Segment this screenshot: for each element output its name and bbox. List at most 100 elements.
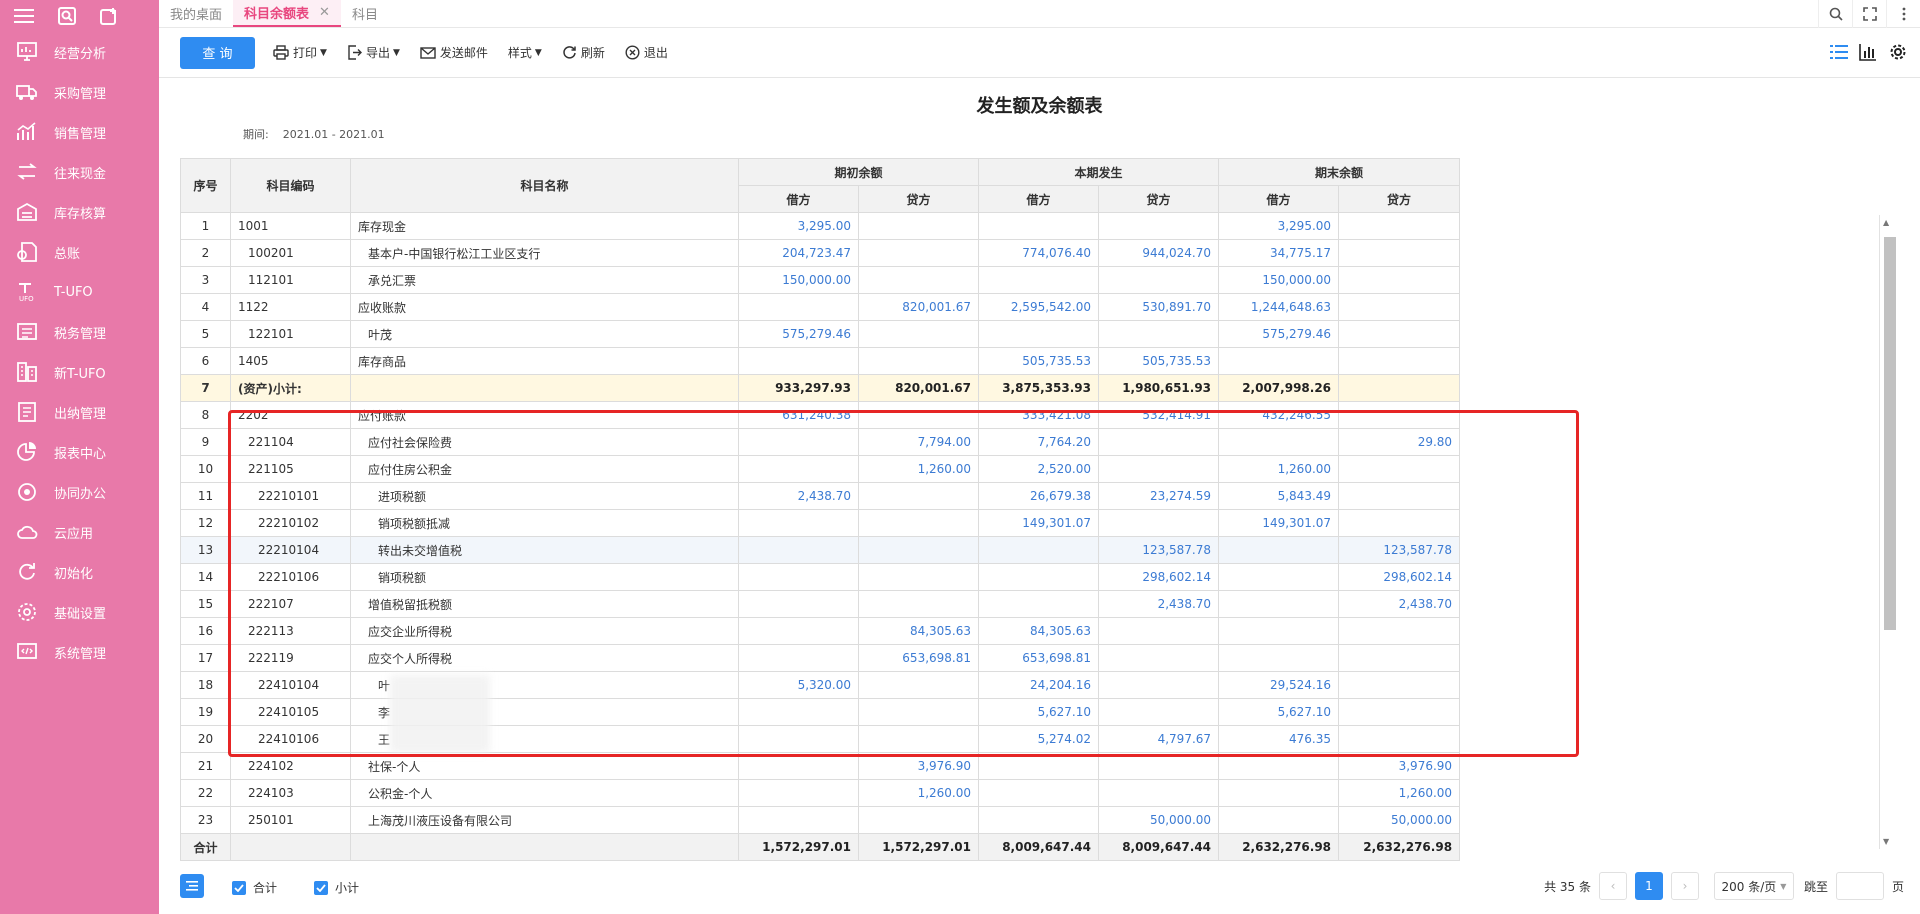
table-row[interactable]: 2 100201 基本户-中国银行松江工业区支行 204,723.47 774,076.… xyxy=(180,239,1461,267)
sidebar-item[interactable]: 总账 xyxy=(0,232,159,272)
table-row[interactable]: 6 1405 库存商品 505,735.53 505,735.53 xyxy=(180,347,1461,375)
cell-current-debit xyxy=(978,266,1100,294)
scroll-thumb[interactable] xyxy=(1884,237,1896,630)
close-icon[interactable]: ✕ xyxy=(319,5,330,20)
col-name[interactable]: 科目名称 xyxy=(350,158,739,213)
table-row[interactable]: 15 222107 增值税留抵税额 2,438.70 2,438.70 xyxy=(180,590,1461,618)
cell-closing-credit: 123,587.78 xyxy=(1338,536,1461,564)
cell-opening-debit: 2,438.70 xyxy=(738,482,859,510)
cell-closing-debit xyxy=(1218,752,1340,780)
send-mail-button[interactable]: 发送邮件 xyxy=(420,44,488,61)
table-row[interactable]: 13 22210104 转出未交增值税 123,587.78 123,587.78 xyxy=(180,536,1461,564)
menu-icon[interactable] xyxy=(14,8,34,24)
export-button[interactable]: 导出 ▼ xyxy=(347,44,400,61)
cell-seq: 5 xyxy=(180,320,231,348)
tab-account-balance[interactable]: 科目余额表 ✕ xyxy=(233,0,341,27)
table-row[interactable]: 22 224103 公积金-个人 1,260.00 1,260.00 xyxy=(180,779,1461,807)
table-row[interactable]: 19 22410105 李 5,627.10 5,627.10 xyxy=(180,698,1461,726)
exit-button[interactable]: 退出 xyxy=(625,44,668,61)
table-row[interactable]: 10 221105 应付住房公积金 1,260.00 2,520.00 1,260.00 xyxy=(180,455,1461,483)
sidebar-item[interactable]: 报表中心 xyxy=(0,432,159,472)
cell-current-credit xyxy=(1098,320,1220,348)
sidebar-item[interactable]: 采购管理 xyxy=(0,72,159,112)
table-row[interactable]: 17 222119 应交个人所得税 653,698.81 653,698.81 xyxy=(180,644,1461,672)
sidebar-item[interactable]: 往来现金 xyxy=(0,152,159,192)
cell-current-debit: 84,305.63 xyxy=(978,617,1100,645)
gear-icon[interactable] xyxy=(1888,42,1908,65)
fullscreen-icon[interactable] xyxy=(1852,0,1886,28)
page-button[interactable]: 1 xyxy=(1634,872,1663,900)
table-row[interactable]: 18 22410104 叶 5,320.00 24,204.16 29,524.16 xyxy=(180,671,1461,699)
cell-current-credit: 50,000.00 xyxy=(1098,806,1220,834)
more-icon[interactable] xyxy=(1886,0,1920,28)
bar-chart-icon[interactable] xyxy=(1859,43,1877,64)
table-row[interactable]: 7 (资产)小计: 933,297.93 820,001.67 3,875,353.93… xyxy=(180,374,1461,402)
subtotal-checkbox[interactable]: 小计 xyxy=(314,879,359,896)
query-button[interactable]: 查 询 xyxy=(180,36,255,69)
vertical-scrollbar[interactable]: ▲ ▼ xyxy=(1879,215,1897,849)
list-view-icon[interactable] xyxy=(1830,44,1848,63)
print-button[interactable]: 打印 ▼ xyxy=(273,44,327,61)
col-opening-credit[interactable]: 贷方 xyxy=(857,185,980,213)
table-row[interactable]: 3 112101 承兑汇票 150,000.00 150,000.00 xyxy=(180,266,1461,294)
jump-page-input[interactable] xyxy=(1835,872,1884,900)
page-size-select[interactable]: 200 条/页 ▼ xyxy=(1713,872,1794,900)
table-row[interactable]: 21 224102 社保-个人 3,976.90 3,976.90 xyxy=(180,752,1461,780)
cell-current-debit: 505,735.53 xyxy=(978,347,1100,375)
table-row[interactable]: 8 2202 应付账款 631,240.38 333,421.08 532,414.91 4… xyxy=(180,401,1461,429)
next-page-button[interactable]: › xyxy=(1670,872,1699,900)
col-closing-credit[interactable]: 贷方 xyxy=(1338,185,1461,213)
sidebar-item[interactable]: 云应用 xyxy=(0,512,159,552)
scroll-down-icon[interactable]: ▼ xyxy=(1883,837,1889,846)
style-button[interactable]: 样式 ▼ xyxy=(508,44,542,61)
sidebar-item[interactable]: 税务管理 xyxy=(0,312,159,352)
col-code[interactable]: 科目编码 xyxy=(230,158,351,213)
col-opening-debit[interactable]: 借方 xyxy=(738,185,859,213)
sidebar-item[interactable]: 经营分析 xyxy=(0,32,159,72)
table-row[interactable]: 16 222113 应交企业所得税 84,305.63 84,305.63 xyxy=(180,617,1461,645)
new-window-icon[interactable] xyxy=(100,7,118,25)
sidebar-item[interactable]: 新T-UFO xyxy=(0,352,159,392)
table-row[interactable]: 5 122101 叶茂 575,279.46 575,279.46 xyxy=(180,320,1461,348)
sidebar-item[interactable]: 协同办公 xyxy=(0,472,159,512)
cell-code: 122101 xyxy=(230,320,351,348)
table-row[interactable]: 4 1122 应收账款 820,001.67 2,595,542.00 530,891.7… xyxy=(180,293,1461,321)
cell-code: 1122 xyxy=(230,293,351,321)
prev-page-button[interactable]: ‹ xyxy=(1598,872,1627,900)
tab-label: 科目 xyxy=(351,8,378,23)
refresh-button[interactable]: 刷新 xyxy=(562,44,605,61)
sidebar-item[interactable]: 出纳管理 xyxy=(0,392,159,432)
scroll-up-icon[interactable]: ▲ xyxy=(1883,218,1889,227)
table-row[interactable]: 14 22210106 销项税额 298,602.14 298,602.14 xyxy=(180,563,1461,591)
table-row[interactable]: 9 221104 应付社会保险费 7,794.00 7,764.20 29.80 xyxy=(180,428,1461,456)
cell-opening-credit xyxy=(857,725,980,753)
cell-current-debit: 5,627.10 xyxy=(978,698,1100,726)
cell-current-credit: 530,891.70 xyxy=(1098,293,1220,321)
table-row[interactable]: 23 250101 上海茂川液压设备有限公司 50,000.00 50,000.00 xyxy=(180,806,1461,834)
col-seq[interactable]: 序号 xyxy=(180,158,231,213)
sidebar-item[interactable]: UFO T-UFO xyxy=(0,272,159,312)
table-row[interactable]: 1 1001 库存现金 3,295.00 3,295.00 xyxy=(180,212,1461,240)
total-checkbox[interactable]: 合计 xyxy=(232,879,277,896)
sidebar-item[interactable]: 初始化 xyxy=(0,552,159,592)
col-current-debit[interactable]: 借方 xyxy=(978,185,1100,213)
search-doc-icon[interactable] xyxy=(58,7,76,25)
col-current-credit[interactable]: 贷方 xyxy=(1098,185,1220,213)
column-settings-icon[interactable] xyxy=(180,874,204,898)
sidebar-item[interactable]: 销售管理 xyxy=(0,112,159,152)
sidebar-item[interactable]: 系统管理 xyxy=(0,632,159,672)
sidebar-item[interactable]: 库存核算 xyxy=(0,192,159,232)
table-row[interactable]: 20 22410106 王 5,274.02 4,797.67 476.35 xyxy=(180,725,1461,753)
search-icon[interactable] xyxy=(1818,0,1852,28)
cell-opening-credit xyxy=(857,482,980,510)
table-row[interactable]: 11 22210101 进项税额 2,438.70 26,679.38 23,274.59… xyxy=(180,482,1461,510)
sales-chart-icon xyxy=(14,121,40,143)
refresh-icon xyxy=(14,561,40,583)
tab-my-desktop[interactable]: 我的桌面 xyxy=(159,0,233,27)
tab-accounts[interactable]: 科目 xyxy=(341,0,389,27)
table-row[interactable]: 12 22210102 销项税额抵减 149,301.07 149,301.07 xyxy=(180,509,1461,537)
warehouse-icon xyxy=(14,201,40,223)
sidebar-item[interactable]: 基础设置 xyxy=(0,592,159,632)
col-closing-debit[interactable]: 借方 xyxy=(1218,185,1340,213)
cell-closing-debit xyxy=(1218,590,1340,618)
